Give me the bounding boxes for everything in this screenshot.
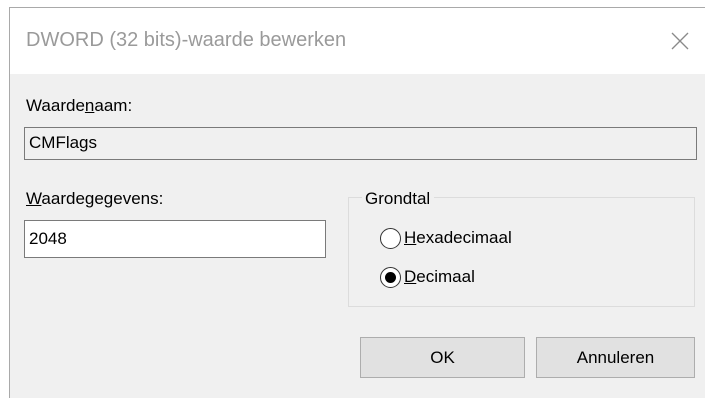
radio-decimal-accelerator: D — [404, 267, 417, 286]
radio-hexadecimal[interactable]: Hexadecimaal — [380, 225, 512, 251]
radio-hexadecimal-label: Hexadecimaal — [404, 228, 512, 248]
radio-hexadecimal-accelerator: H — [404, 228, 417, 247]
close-button[interactable] — [663, 25, 697, 57]
value-name-label-part1: Waarde — [26, 96, 85, 115]
value-data-label-rest: aardegegevens: — [41, 189, 164, 208]
radio-hexadecimal-label-rest: exadecimaal — [416, 228, 512, 247]
value-data-label-accelerator: W — [26, 189, 42, 208]
ok-button[interactable]: OK — [360, 337, 525, 378]
value-data-label: Waardegegevens: — [26, 189, 163, 209]
radio-decimal-label: Decimaal — [404, 267, 475, 287]
title-bar: DWORD (32 bits)-waarde bewerken — [10, 8, 705, 74]
value-name-label: Waardenaam: — [26, 96, 132, 116]
value-data-input[interactable]: 2048 — [24, 220, 326, 258]
radio-selected-dot — [385, 271, 396, 283]
cancel-button[interactable]: Annuleren — [536, 337, 695, 378]
dialog-title: DWORD (32 bits)-waarde bewerken — [26, 29, 347, 51]
value-name-label-accelerator: n — [84, 96, 95, 115]
radio-button-selected[interactable] — [380, 266, 401, 288]
edit-dword-dialog: DWORD (32 bits)-waarde bewerken Waardena… — [9, 7, 705, 398]
radio-button-unselected[interactable] — [380, 227, 401, 249]
base-group-label: Grondtal — [362, 189, 435, 209]
radio-decimal-label-rest: ecimaal — [416, 267, 475, 286]
radio-decimal[interactable]: Decimaal — [380, 264, 475, 290]
base-groupbox — [348, 197, 695, 307]
close-icon — [671, 32, 689, 50]
value-name-label-part2: aam: — [94, 96, 133, 115]
value-name-field[interactable]: CMFlags — [24, 127, 697, 160]
